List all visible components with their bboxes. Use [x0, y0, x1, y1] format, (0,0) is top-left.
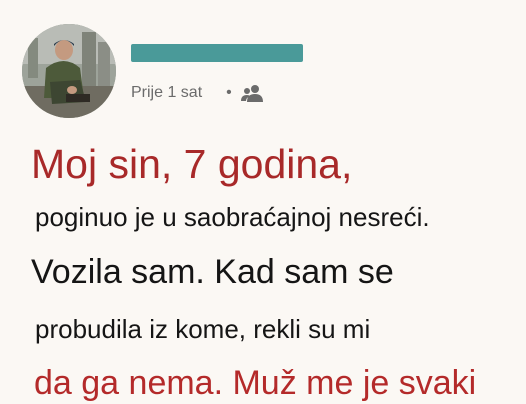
- post-text-line-2: poginuo je u saobraćajnoj nesreći.: [35, 202, 430, 232]
- meta-separator: •: [226, 84, 232, 101]
- post-text-line-1: Moj sin, 7 godina,: [31, 141, 353, 187]
- post-text-line-4: probudila iz kome, rekli su mi: [35, 314, 371, 344]
- friends-icon[interactable]: [240, 83, 264, 103]
- post-header: Prije 1 sat •: [0, 0, 526, 130]
- post-body: Moj sin, 7 godina, poginuo je u saobraća…: [0, 130, 526, 402]
- author-name-redacted[interactable]: [131, 44, 303, 62]
- post-timestamp[interactable]: Prije 1 sat: [131, 84, 202, 102]
- avatar-photo-icon: [22, 24, 116, 118]
- post-text-line-5: da ga nema. Muž me je svaki: [34, 364, 477, 402]
- author-avatar[interactable]: [22, 24, 116, 118]
- post-meta: Prije 1 sat •: [131, 82, 264, 104]
- post-text-line-3: Vozila sam. Kad sam se: [31, 253, 394, 291]
